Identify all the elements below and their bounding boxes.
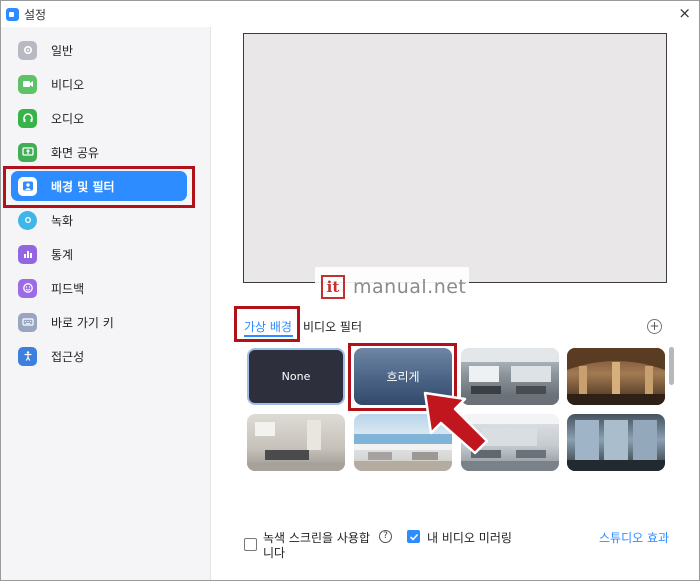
- record-icon: [18, 210, 37, 230]
- sidebar-item-label: 접근성: [51, 349, 85, 364]
- sidebar-item-feedback[interactable]: 피드백: [11, 273, 187, 303]
- tab-active-underline: [244, 335, 293, 337]
- window-title: 설정: [24, 8, 47, 22]
- watermark-backdrop: [459, 283, 529, 339]
- tab-virtual-background[interactable]: 가상 배경: [244, 318, 292, 335]
- headphones-icon: [18, 108, 37, 128]
- video-camera-icon: [18, 74, 37, 94]
- zoom-logo-icon: [6, 8, 19, 21]
- help-icon[interactable]: ?: [379, 530, 392, 543]
- sidebar-item-general[interactable]: 일반: [11, 35, 187, 65]
- sidebar-item-shortcuts[interactable]: 바로 가기 키: [11, 307, 187, 337]
- sidebar-item-label: 비디오: [51, 77, 85, 92]
- watermark-text: manual.net: [353, 276, 467, 298]
- settings-sidebar: 일반 비디오 오디오 화면 공유 배경 및 필터 녹화 통계 피드백 바로 가기…: [1, 27, 211, 580]
- checkmark-icon: [409, 533, 418, 541]
- video-preview: [243, 33, 667, 283]
- background-thumb-none[interactable]: None: [247, 348, 345, 405]
- background-thumb-cafe-room[interactable]: [461, 414, 559, 471]
- screen-share-icon: [18, 142, 37, 162]
- gear-icon: [18, 40, 37, 60]
- statistics-icon: [18, 244, 37, 264]
- close-button[interactable]: ×: [678, 4, 691, 22]
- sidebar-item-statistics[interactable]: 통계: [11, 239, 187, 269]
- sidebar-item-background-filters[interactable]: 배경 및 필터: [11, 171, 187, 201]
- keyboard-icon: [18, 312, 37, 332]
- background-thumb-living-room[interactable]: [247, 414, 345, 471]
- background-thumb-blur[interactable]: 흐리게: [354, 348, 452, 405]
- sidebar-item-audio[interactable]: 오디오: [11, 103, 187, 133]
- mirror-video-label: 내 비디오 미러링: [427, 531, 512, 545]
- watermark-logo: it: [321, 275, 345, 299]
- sidebar-item-label: 녹화: [51, 213, 74, 228]
- sidebar-item-video[interactable]: 비디오: [11, 69, 187, 99]
- sidebar-item-label: 화면 공유: [51, 145, 99, 160]
- green-screen-checkbox[interactable]: [244, 538, 257, 551]
- thumbnail-scrollbar[interactable]: [669, 347, 674, 385]
- sidebar-item-label: 오디오: [51, 111, 85, 126]
- sidebar-item-label: 바로 가기 키: [51, 315, 114, 330]
- watermark: it manual.net: [315, 267, 469, 307]
- background-thumb-office-lounge[interactable]: [461, 348, 559, 405]
- sidebar-item-accessibility[interactable]: 접근성: [11, 341, 187, 371]
- thumb-label: None: [281, 370, 311, 383]
- sidebar-item-label: 일반: [51, 43, 74, 58]
- studio-effects-link[interactable]: 스튜디오 효과: [599, 529, 669, 546]
- thumb-label: 흐리게: [386, 370, 420, 384]
- sidebar-item-label: 통계: [51, 247, 74, 262]
- sidebar-item-label: 피드백: [51, 281, 85, 296]
- add-background-button[interactable]: +: [647, 319, 662, 334]
- tab-video-filters[interactable]: 비디오 필터: [303, 318, 362, 335]
- sidebar-item-label: 배경 및 필터: [51, 179, 115, 194]
- feedback-smile-icon: [18, 278, 37, 298]
- background-thumb-grand-hall[interactable]: [567, 348, 665, 405]
- sidebar-item-recording[interactable]: 녹화: [11, 205, 187, 235]
- accessibility-icon: [18, 346, 37, 366]
- title-bar: 설정 ×: [1, 1, 699, 27]
- background-person-icon: [18, 176, 37, 196]
- mirror-video-checkbox[interactable]: [407, 530, 420, 543]
- background-thumb-city-window[interactable]: [567, 414, 665, 471]
- settings-window: 설정 × 일반 비디오 오디오 화면 공유 배경 및 필터 녹화 통계 피드백 …: [0, 0, 700, 581]
- sidebar-item-screen-share[interactable]: 화면 공유: [11, 137, 187, 167]
- background-thumb-seaside-terrace[interactable]: [354, 414, 452, 471]
- green-screen-label-continued: 니다: [263, 546, 286, 560]
